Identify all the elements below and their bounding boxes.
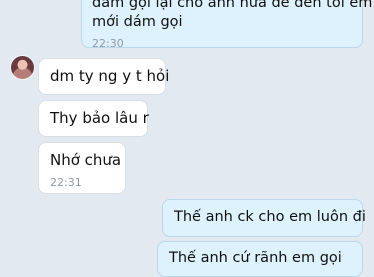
- outgoing-message[interactable]: đám gọi lại cho anh nữa để đến tối em mớ…: [81, 0, 373, 50]
- message-timestamp: 22:30: [92, 37, 124, 50]
- incoming-message[interactable]: Nhớ chưa 22:31: [38, 142, 126, 194]
- message-text: Thy bảo lâu r: [50, 109, 149, 127]
- outgoing-message[interactable]: Thế anh ck cho em luôn đi: [162, 199, 366, 237]
- outgoing-message[interactable]: Thế anh cứ rãnh em gọi: [157, 241, 363, 277]
- message-text: Thế anh cứ rãnh em gọi: [169, 250, 342, 266]
- incoming-message[interactable]: Thy bảo lâu r: [38, 100, 149, 137]
- message-timestamp: 22:31: [50, 176, 82, 189]
- message-text: dm ty ng y t hỏi: [50, 67, 170, 85]
- chat-thread: đám gọi lại cho anh nữa để đến tối em mớ…: [0, 0, 374, 277]
- message-text-line: đám gọi lại cho anh nữa để đến tối em: [92, 0, 373, 11]
- message-text: Thế anh ck cho em luôn đi: [174, 209, 366, 225]
- contact-avatar[interactable]: [11, 56, 34, 79]
- message-text: Nhớ chưa: [50, 151, 122, 169]
- message-text-line: mới dám gọi: [92, 14, 183, 30]
- incoming-message[interactable]: dm ty ng y t hỏi: [38, 58, 170, 95]
